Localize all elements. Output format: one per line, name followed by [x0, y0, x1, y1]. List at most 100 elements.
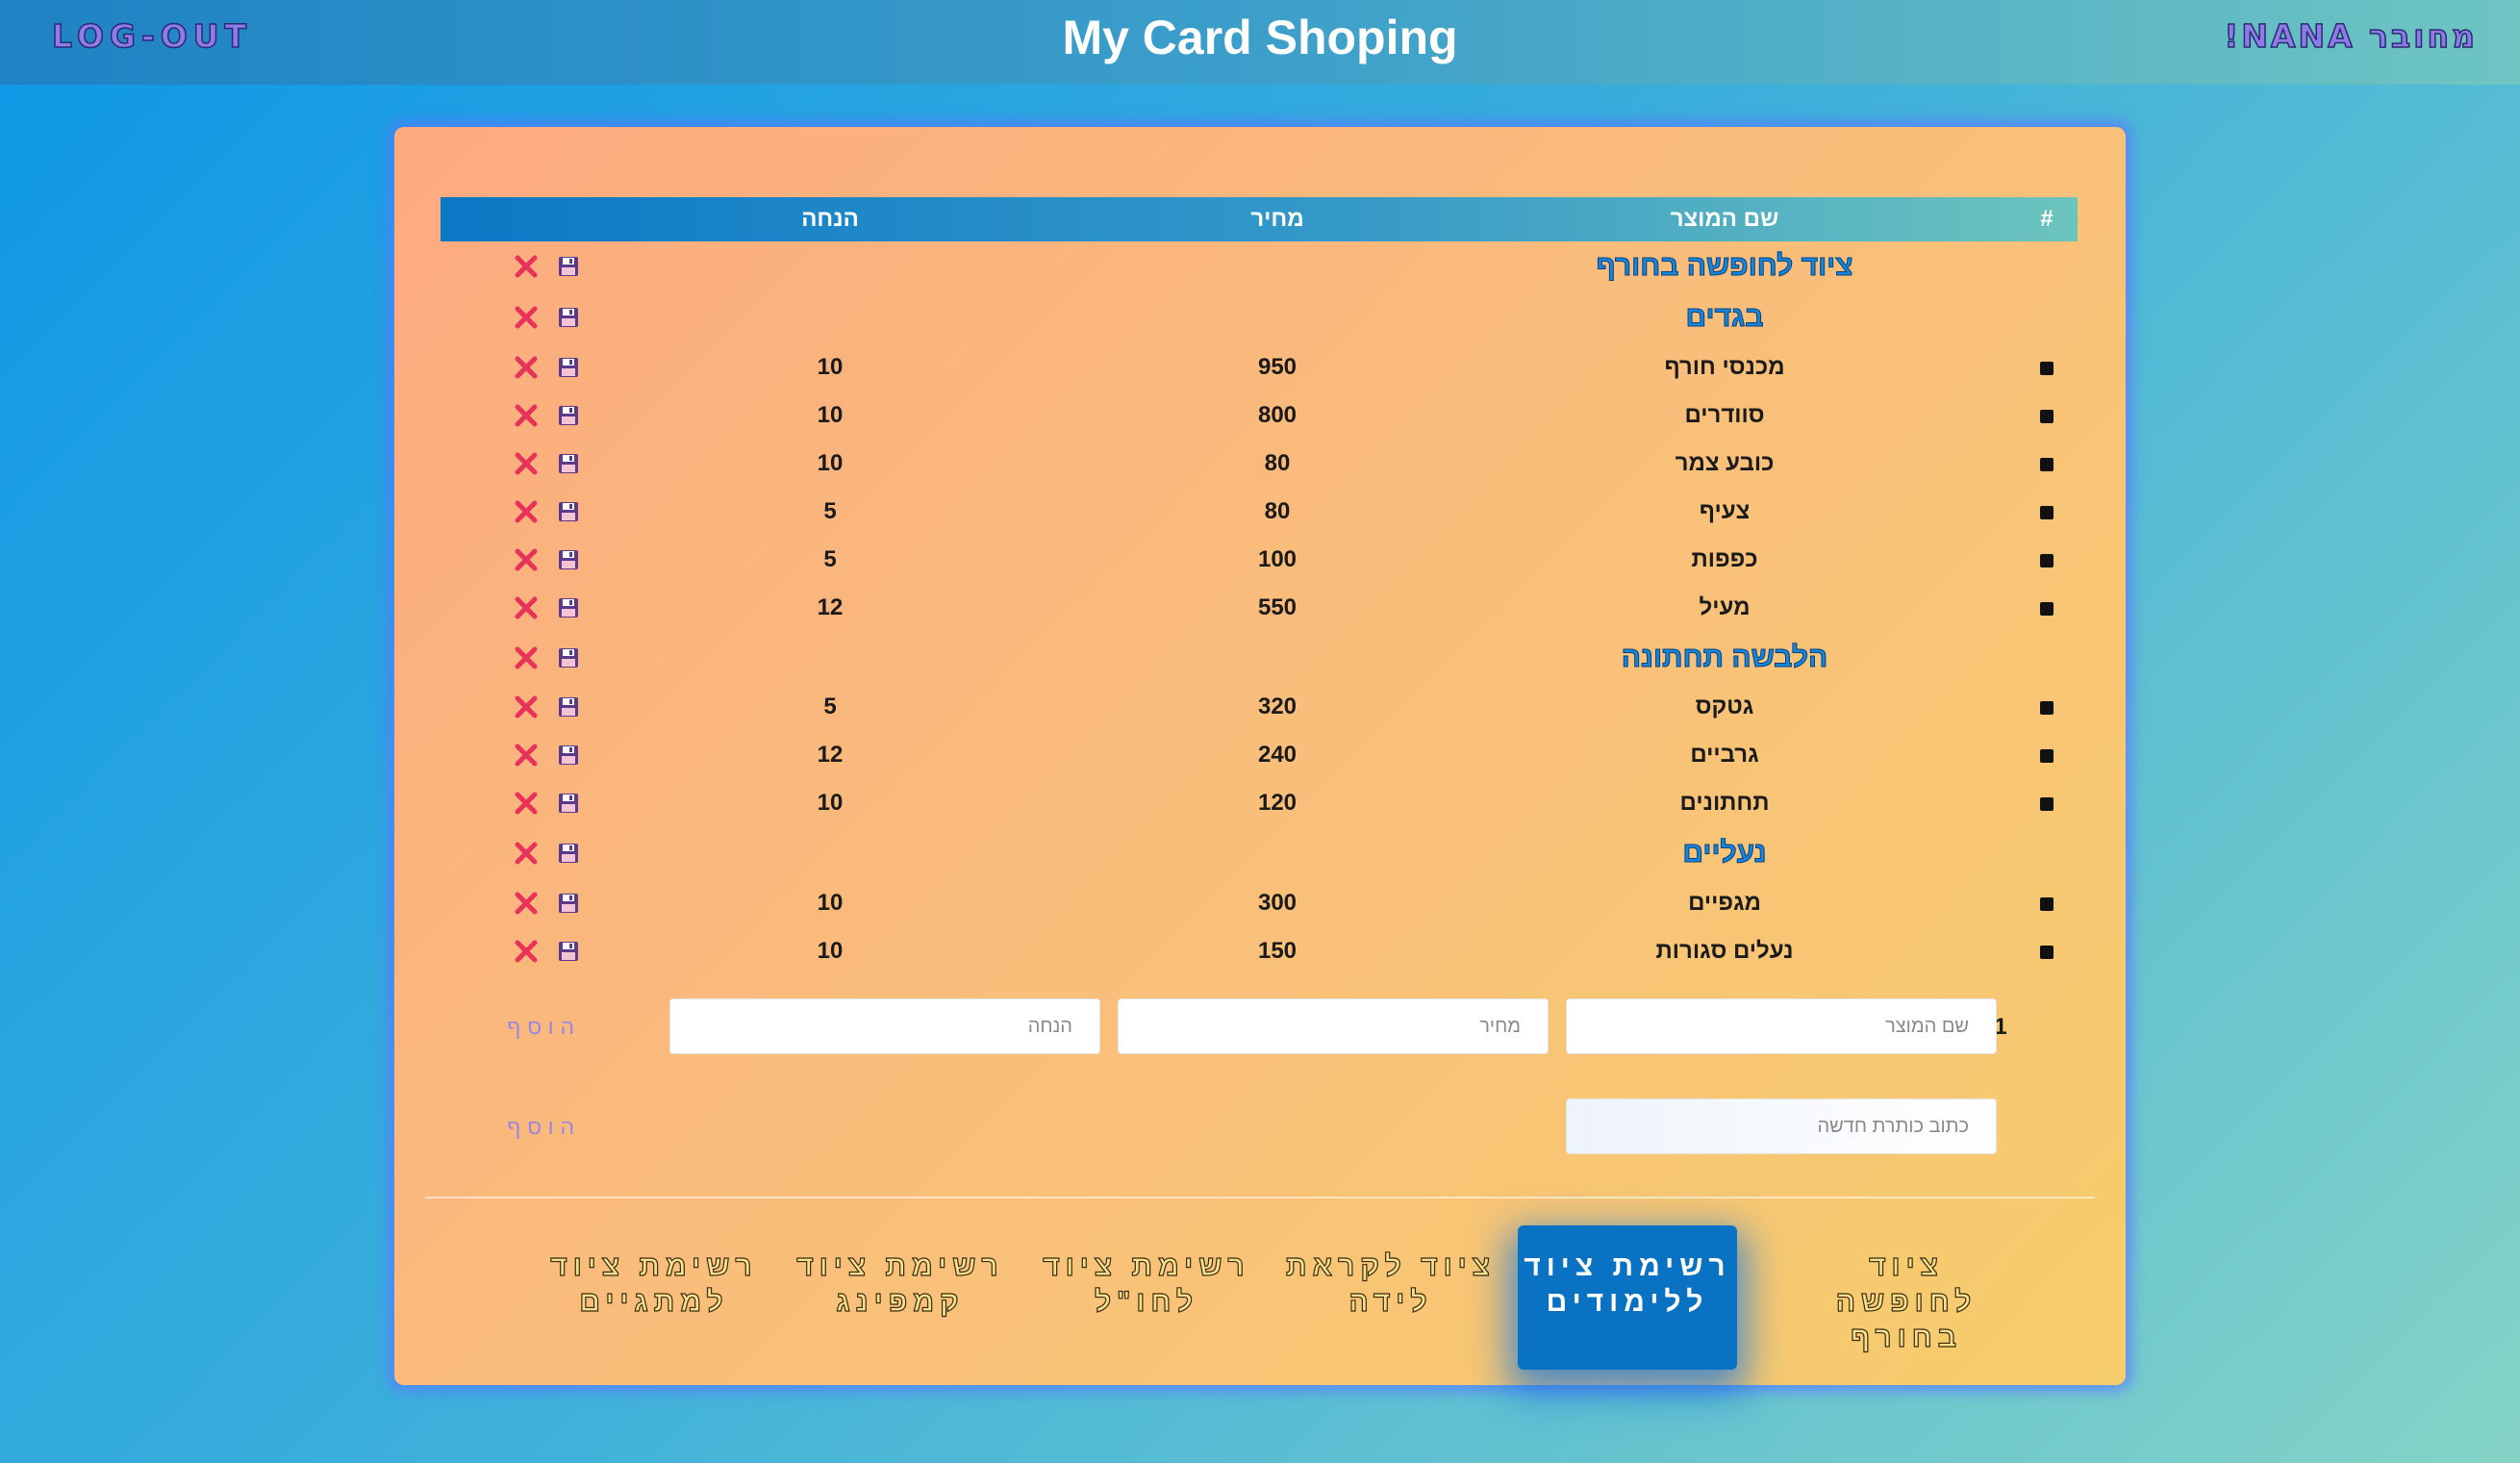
close-icon	[515, 255, 538, 278]
product-price: 800	[1257, 402, 1298, 428]
delete-button[interactable]	[514, 305, 539, 330]
product-name: גרביים	[1690, 742, 1759, 768]
square-bullet-icon	[2040, 896, 2054, 911]
save-button[interactable]	[557, 548, 580, 571]
delete-button[interactable]	[514, 791, 539, 816]
product-price: 100	[1257, 546, 1298, 572]
column-header-price: מחיר	[1250, 206, 1304, 232]
table-row: כובע צמר 80 10	[441, 440, 2078, 488]
product-price: 80	[1264, 498, 1291, 524]
save-button[interactable]	[557, 695, 580, 719]
product-price: 550	[1257, 594, 1298, 620]
tab-list-3[interactable]: ציוד לקראת לידה	[1281, 1225, 1500, 1370]
save-button[interactable]	[557, 452, 580, 475]
tab-list-4[interactable]: רשימת ציוד לחו"ל	[1037, 1225, 1256, 1370]
close-icon	[515, 892, 538, 915]
product-name: צעיף	[1699, 498, 1751, 524]
price-input[interactable]	[1118, 998, 1549, 1054]
table-row: גטקס 320 5	[441, 683, 2078, 731]
save-button[interactable]	[557, 842, 580, 865]
list-title-row: ציוד לחופשה בחורף	[441, 242, 2078, 290]
delete-button[interactable]	[514, 499, 539, 524]
discount-input[interactable]	[669, 998, 1100, 1054]
add-title-button[interactable]: הוסף	[500, 1098, 587, 1154]
tab-list-1[interactable]: ציוד לחופשה בחורף	[1797, 1225, 2016, 1370]
save-button[interactable]	[557, 792, 580, 815]
category-title: בגדים	[1685, 301, 1764, 334]
category-title: הלבשה תחתונה	[1621, 642, 1828, 674]
row-bullet	[2018, 440, 2076, 488]
save-button[interactable]	[557, 940, 580, 963]
row-bullet	[2018, 488, 2076, 536]
close-icon	[515, 306, 538, 329]
product-name: מכנסי חורף	[1664, 354, 1785, 380]
delete-button[interactable]	[514, 547, 539, 572]
product-discount: 12	[817, 594, 844, 620]
category-row: הלבשה תחתונה	[441, 634, 2078, 682]
save-button[interactable]	[557, 596, 580, 619]
product-name: כובע צמר	[1675, 450, 1775, 476]
product-name: סוודרים	[1684, 402, 1765, 428]
delete-button[interactable]	[514, 939, 539, 964]
tab-list-6[interactable]: רשימת ציוד למתגיים	[544, 1225, 764, 1370]
product-name-input[interactable]	[1566, 998, 1997, 1054]
category-title: ציוד לחופשה בחורף	[1596, 250, 1853, 283]
product-discount: 10	[817, 450, 844, 476]
delete-button[interactable]	[514, 841, 539, 866]
delete-button[interactable]	[514, 694, 539, 719]
save-button[interactable]	[557, 892, 580, 915]
product-discount: 5	[823, 498, 837, 524]
save-button[interactable]	[557, 646, 580, 669]
close-icon	[515, 500, 538, 523]
row-bullet	[2018, 536, 2076, 584]
product-price: 950	[1257, 354, 1298, 380]
tab-list-2[interactable]: רשימת ציוד ללימודים	[1518, 1225, 1737, 1370]
delete-button[interactable]	[514, 355, 539, 380]
close-icon	[515, 548, 538, 571]
floppy-disk-icon	[559, 406, 578, 425]
product-discount: 12	[817, 742, 844, 768]
delete-button[interactable]	[514, 645, 539, 670]
product-name: גטקס	[1695, 694, 1754, 719]
save-button[interactable]	[557, 255, 580, 278]
row-bullet	[2018, 731, 2076, 779]
table-row: צעיף 80 5	[441, 488, 2078, 536]
square-bullet-icon	[2040, 409, 2054, 423]
floppy-disk-icon	[559, 454, 578, 473]
floppy-disk-icon	[559, 598, 578, 618]
save-button[interactable]	[557, 404, 580, 427]
delete-button[interactable]	[514, 403, 539, 428]
floppy-disk-icon	[559, 648, 578, 668]
top-bar: LOG-OUT My Card Shoping !NANA מחובר	[0, 0, 2520, 85]
table-header: # שם המוצר מחיר הנחה	[441, 197, 2078, 241]
floppy-disk-icon	[559, 942, 578, 961]
save-button[interactable]	[557, 306, 580, 329]
column-header-product: שם המוצר	[1670, 206, 1779, 232]
table-row: נעלים סגורות 150 10	[441, 927, 2078, 975]
tab-list-5[interactable]: רשימת ציוד קמפינג	[791, 1225, 1010, 1370]
floppy-disk-icon	[559, 502, 578, 521]
save-button[interactable]	[557, 356, 580, 379]
close-icon	[515, 646, 538, 669]
square-bullet-icon	[2040, 457, 2054, 471]
product-name: מגפיים	[1688, 890, 1761, 916]
delete-button[interactable]	[514, 891, 539, 916]
user-greeting: !NANA מחובר	[2224, 16, 2478, 56]
floppy-disk-icon	[559, 308, 578, 327]
delete-button[interactable]	[514, 743, 539, 768]
square-bullet-icon	[2040, 601, 2054, 616]
square-bullet-icon	[2040, 796, 2054, 811]
save-button[interactable]	[557, 744, 580, 767]
delete-button[interactable]	[514, 451, 539, 476]
row-bullet	[2018, 879, 2076, 927]
column-header-index: #	[2040, 206, 2054, 232]
floppy-disk-icon	[559, 844, 578, 863]
new-title-input[interactable]	[1566, 1098, 1997, 1154]
product-name: תחתונים	[1679, 790, 1770, 816]
delete-button[interactable]	[514, 254, 539, 279]
save-button[interactable]	[557, 500, 580, 523]
product-name: נעלים סגורות	[1655, 938, 1794, 964]
add-item-button[interactable]: הוסף	[500, 998, 587, 1054]
product-discount: 10	[817, 938, 844, 964]
delete-button[interactable]	[514, 595, 539, 620]
